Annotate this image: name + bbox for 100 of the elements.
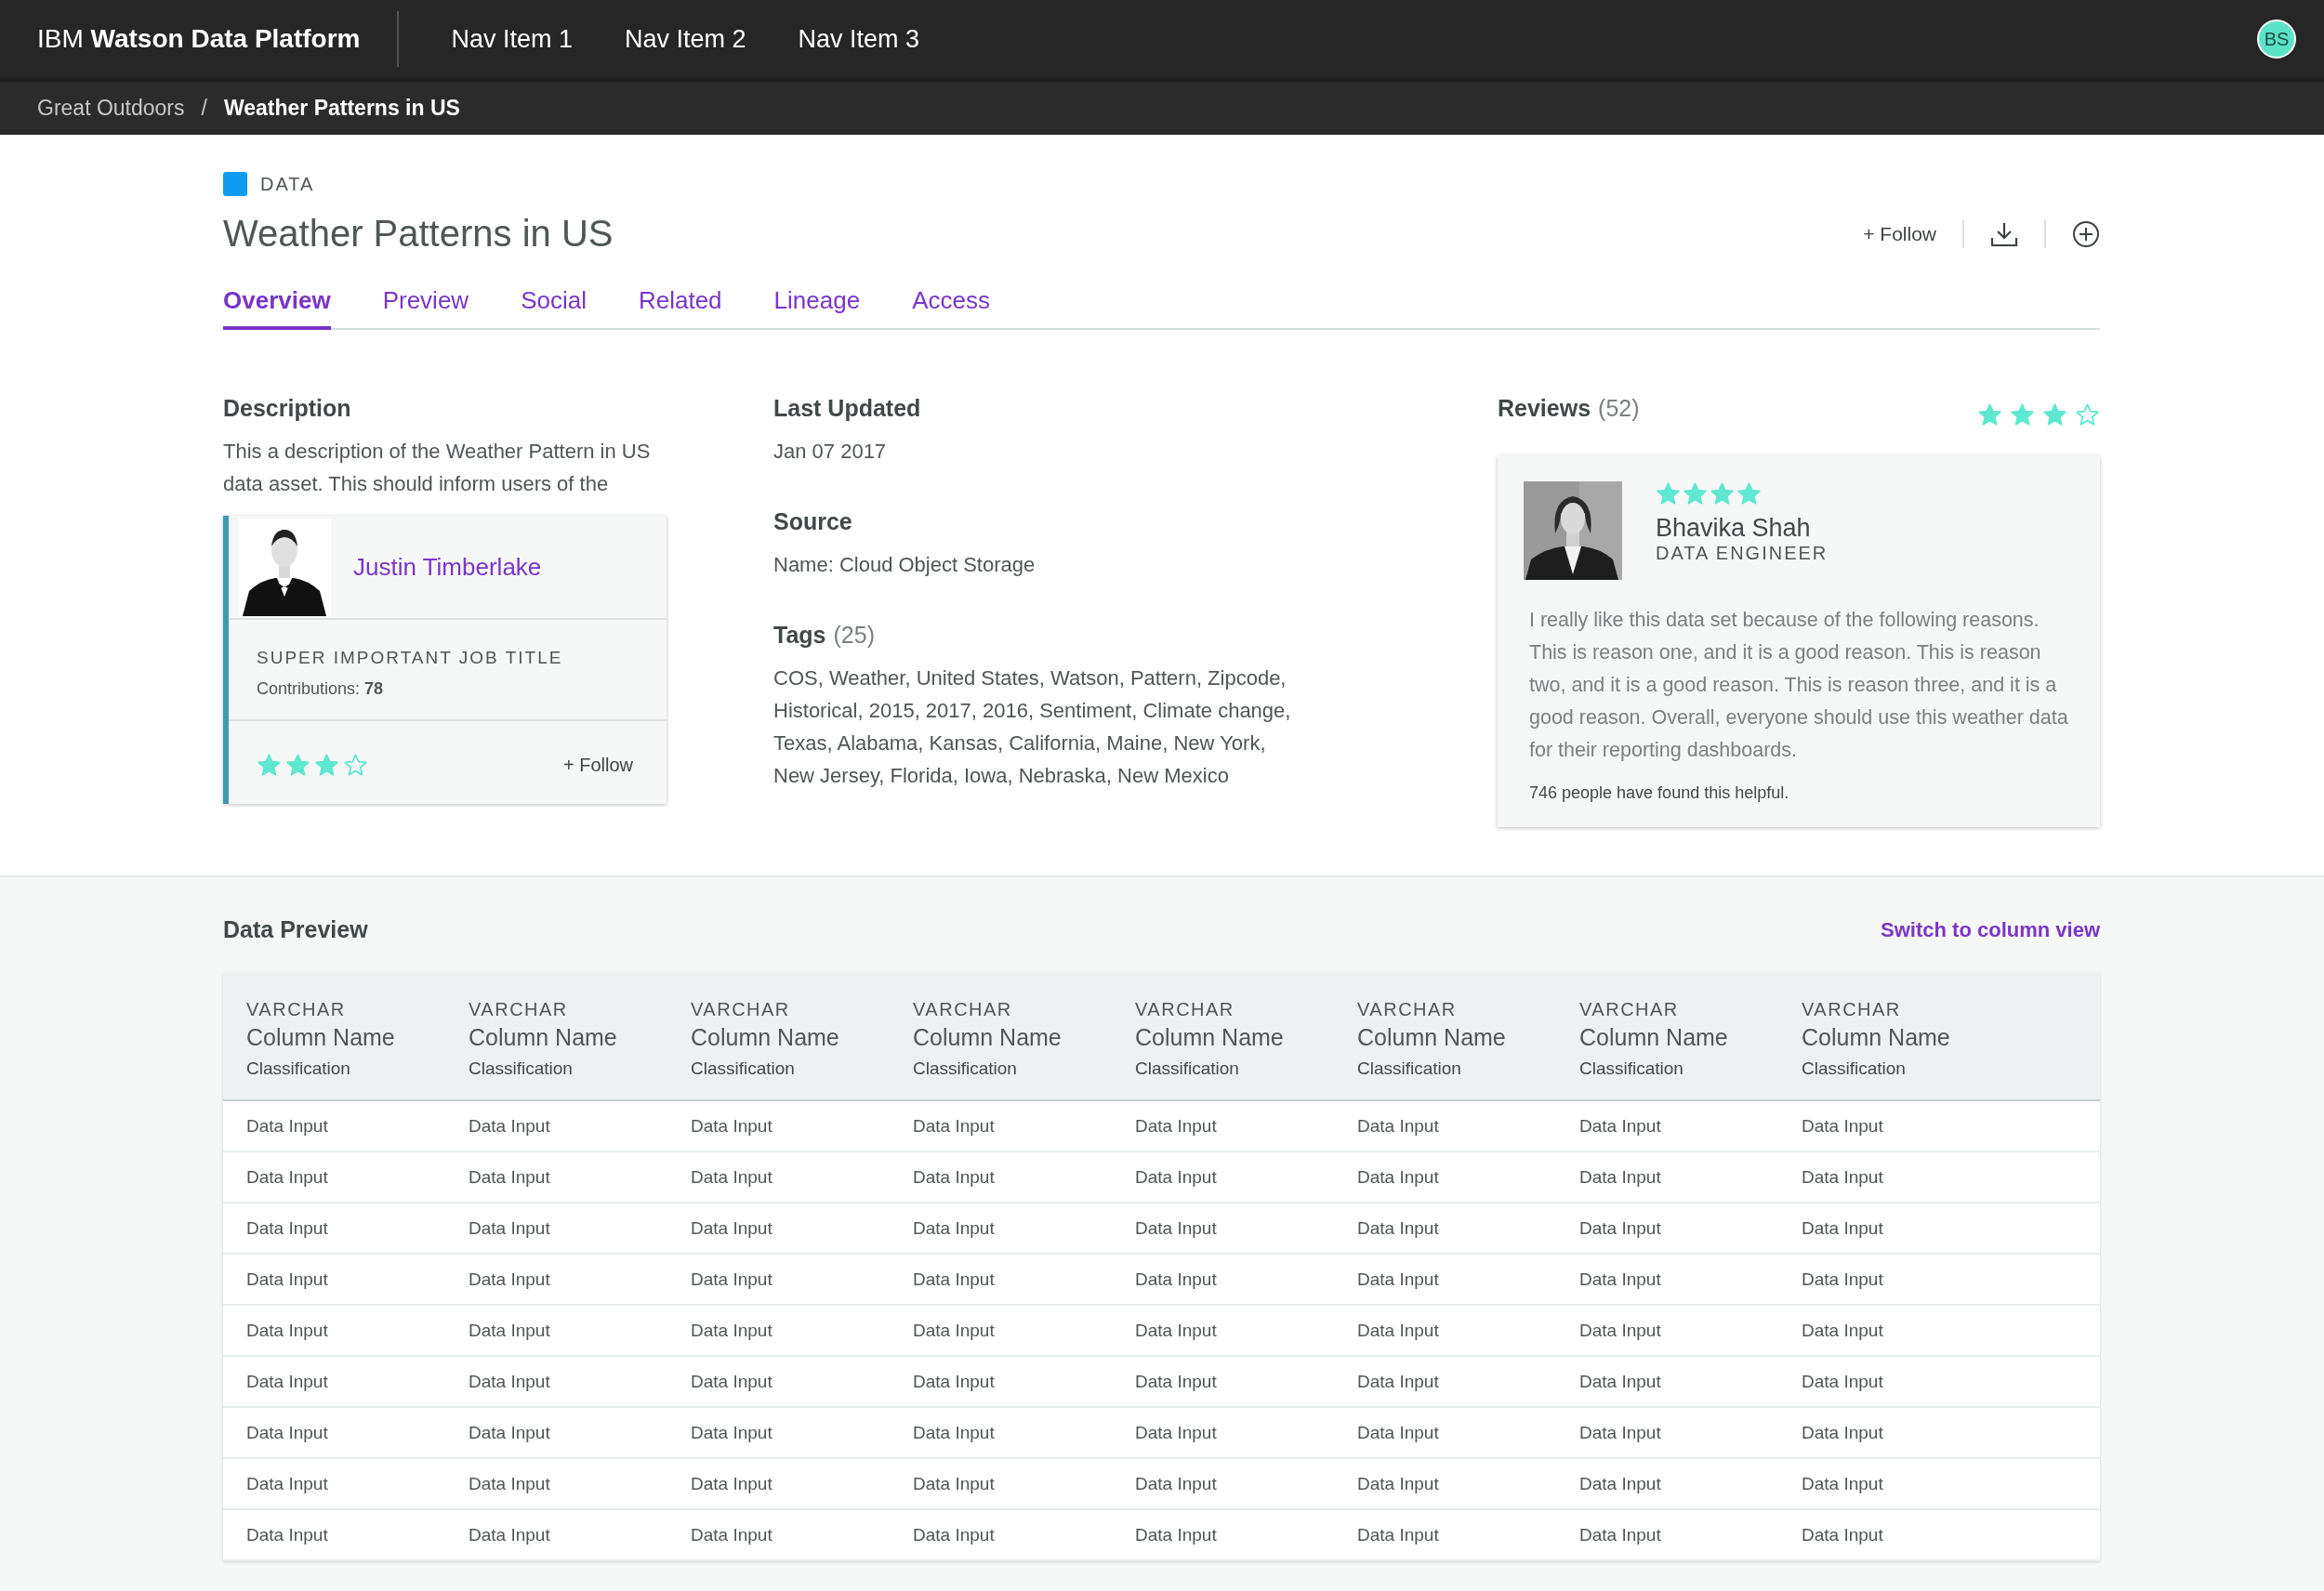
table-cell-text: Data Input: [246, 1320, 329, 1341]
nav-item[interactable]: Nav Item 3: [798, 24, 920, 54]
reviewer-name: Bhavika Shah: [1656, 514, 1812, 543]
table-cell-text: Data Input: [691, 1524, 773, 1545]
column-header[interactable]: Column Name: [1579, 1024, 1802, 1051]
section-heading: Description: [223, 395, 352, 422]
tab[interactable]: Social: [521, 286, 587, 330]
table-cell-text: Data Input: [1579, 1371, 1662, 1392]
column-classification: Classification: [1802, 1058, 1907, 1079]
table-cell-text: Data Input: [1802, 1166, 1884, 1188]
table-cell-text: Data Input: [691, 1269, 773, 1290]
column-classification: Classification: [246, 1058, 351, 1079]
table-cell-text: Data Input: [246, 1371, 329, 1392]
star-icon: [343, 753, 368, 778]
breadcrumb-link[interactable]: Weather Patterns in US: [223, 96, 460, 121]
table-cell-text: Data Input: [469, 1320, 551, 1341]
table-cell-text: Data Input: [913, 1115, 996, 1137]
table-cell-text: Data Input: [1802, 1524, 1884, 1545]
star-icon: [1656, 481, 1681, 506]
table-cell-text: Data Input: [691, 1115, 773, 1137]
table-cell-text: Data Input: [1579, 1269, 1662, 1290]
table-cell-text: Data Input: [1579, 1473, 1662, 1494]
download-icon: [1990, 220, 2018, 247]
table-cell-text: Data Input: [1579, 1422, 1662, 1443]
table-cell-text: Data Input: [913, 1371, 996, 1392]
table-cell-text: Data Input: [469, 1524, 551, 1545]
table-cell-text: Data Input: [913, 1422, 996, 1443]
add-button[interactable]: [2044, 219, 2100, 248]
follow-button[interactable]: + Follow: [557, 754, 639, 777]
table-cell-text: Data Input: [246, 1473, 329, 1494]
column-header[interactable]: Column Name: [1802, 1024, 2100, 1051]
tab[interactable]: Lineage: [773, 286, 861, 330]
table-cell-text: Data Input: [1802, 1217, 1884, 1239]
table-cell-text: Data Input: [1357, 1166, 1440, 1188]
table-cell-text: Data Input: [1802, 1371, 1884, 1392]
tab[interactable]: Access: [912, 286, 990, 330]
tab[interactable]: Related: [638, 286, 722, 330]
description-text: This a description of the Weather Pattern in US data asset. This should inform users of the: [223, 439, 652, 497]
asset-title: Weather Patterns in US: [223, 213, 614, 255]
table-cell-text: Data Input: [1802, 1422, 1884, 1443]
table-cell-text: Data Input: [1357, 1371, 1440, 1392]
breadcrumb-link[interactable]: Great Outdoors: [37, 96, 185, 121]
review-count: (52): [1598, 395, 1640, 422]
tab[interactable]: Preview: [382, 286, 469, 330]
column-classification: Classification: [913, 1058, 1018, 1079]
table-cell-text: Data Input: [1579, 1115, 1662, 1137]
table-cell-text: Data Input: [1135, 1217, 1218, 1239]
table-cell-text: Data Input: [1135, 1166, 1218, 1188]
helpful-count: 746 people have found this helpful.: [1529, 783, 1790, 803]
column-classification: Classification: [1579, 1058, 1684, 1079]
star-icon: [2010, 402, 2035, 427]
column-header[interactable]: Column Name: [246, 1024, 469, 1051]
table-cell-text: Data Input: [1802, 1115, 1884, 1137]
table-cell-text: Data Input: [913, 1473, 996, 1494]
nav-item[interactable]: Nav Item 2: [625, 24, 746, 54]
column-type: VARCHAR: [1135, 999, 1235, 1020]
table-cell-text: Data Input: [913, 1217, 996, 1239]
table-cell-text: Data Input: [691, 1166, 773, 1188]
table-cell-text: Data Input: [691, 1320, 773, 1341]
star-icon: [285, 753, 310, 778]
table-cell-text: Data Input: [1579, 1320, 1662, 1341]
tab[interactable]: Overview: [223, 286, 331, 330]
table-cell-text: Data Input: [1357, 1217, 1440, 1239]
column-header[interactable]: Column Name: [913, 1024, 1135, 1051]
table-cell-text: Data Input: [1579, 1524, 1662, 1545]
table-cell-text: Data Input: [246, 1115, 329, 1137]
table-cell-text: Data Input: [1135, 1473, 1218, 1494]
column-type: VARCHAR: [691, 999, 791, 1020]
product-logo[interactable]: IBM Watson Data Platform: [37, 11, 400, 67]
nav-item[interactable]: Nav Item 1: [451, 24, 573, 54]
column-header[interactable]: Column Name: [1357, 1024, 1579, 1051]
user-avatar[interactable]: BS: [2257, 20, 2296, 59]
section-heading: Tags: [773, 622, 826, 649]
follow-button[interactable]: + Follow: [1863, 222, 1962, 245]
add-icon: [2072, 219, 2100, 248]
asset-type: DATA: [260, 173, 315, 195]
column-header[interactable]: Column Name: [1135, 1024, 1357, 1051]
detail-text: Name: Cloud Object Storage: [773, 552, 1037, 578]
column-type: VARCHAR: [246, 999, 347, 1020]
table-cell-text: Data Input: [913, 1320, 996, 1341]
contributor-name[interactable]: Justin Timberlake: [353, 552, 542, 582]
data-type-icon: [223, 172, 247, 196]
column-header[interactable]: Column Name: [691, 1024, 913, 1051]
star-icon: [1710, 481, 1735, 506]
column-classification: Classification: [1135, 1058, 1240, 1079]
switch-view-link[interactable]: Switch to column view: [1881, 917, 2100, 942]
table-cell-text: Data Input: [691, 1473, 773, 1494]
table-cell-text: Data Input: [469, 1473, 551, 1494]
table-cell-text: Data Input: [469, 1217, 551, 1239]
column-classification: Classification: [1357, 1058, 1462, 1079]
job-title: SUPER IMPORTANT JOB TITLE: [257, 648, 564, 668]
star-icon: [2075, 402, 2100, 427]
column-classification: Classification: [691, 1058, 796, 1079]
review-text: I really like this data set because of the following reasons. This is reason one, and it is a good reason. This is reason two, and it is a good reason. This is reason three, and it is a good reason. Overall, everyone should use this weather data for their reporting dashboards.: [1529, 608, 2068, 763]
tag-count: (25): [833, 622, 875, 649]
column-header[interactable]: Column Name: [469, 1024, 691, 1051]
table-cell-text: Data Input: [1135, 1524, 1218, 1545]
table-cell-text: Data Input: [1357, 1269, 1440, 1290]
table-cell-text: Data Input: [1357, 1320, 1440, 1341]
contributions-count: Contributions: 78: [257, 679, 385, 699]
